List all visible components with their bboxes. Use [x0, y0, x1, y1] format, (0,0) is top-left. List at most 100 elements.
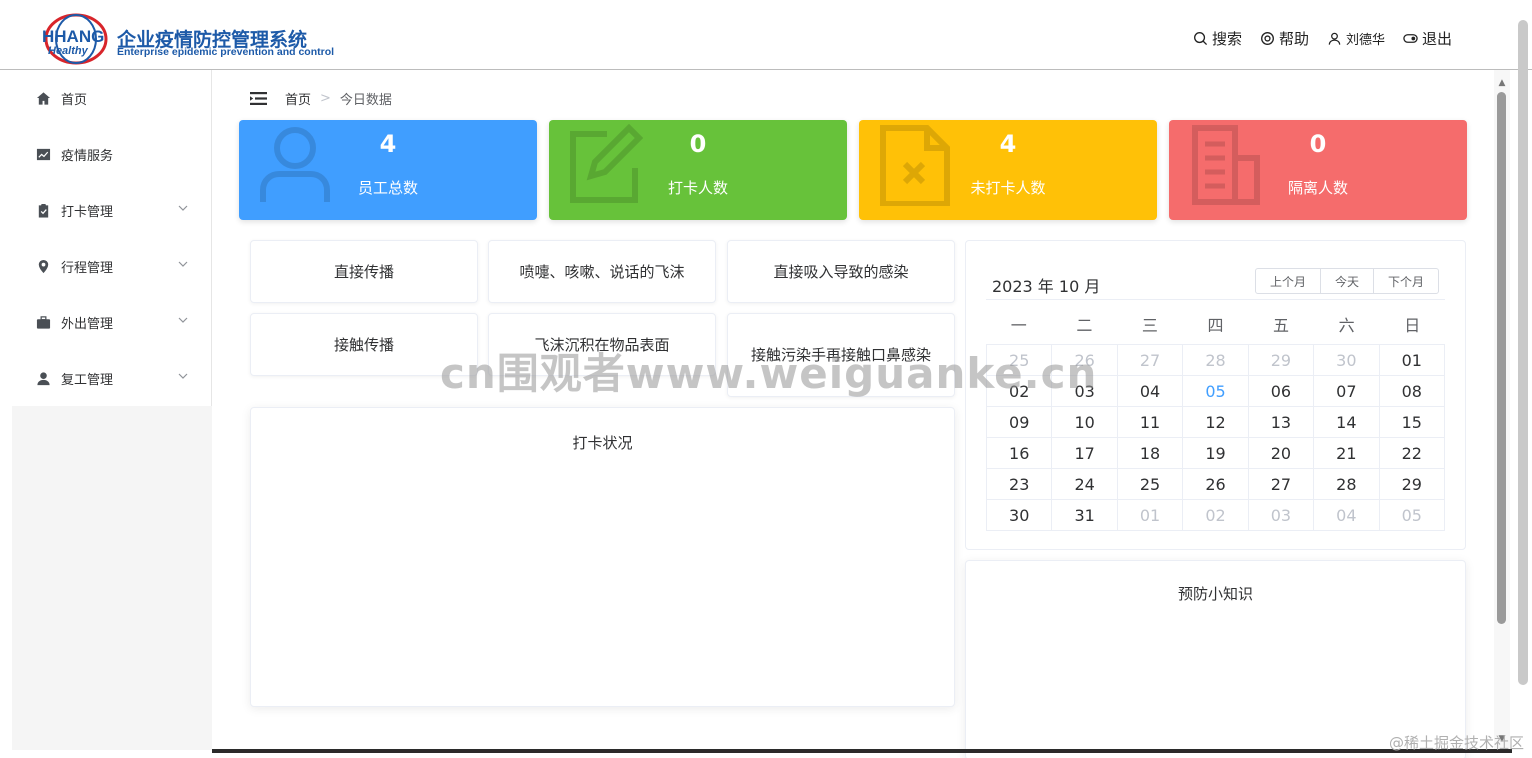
stat-value: 0 — [689, 130, 707, 158]
calendar-day[interactable]: 27 — [1117, 345, 1184, 376]
prev-month-button[interactable]: 上个月 — [1254, 268, 1321, 294]
stat-card-checked-in[interactable]: 0 打卡人数 — [549, 120, 847, 220]
calendar-weekdays: 一二三四五六日 — [986, 308, 1445, 344]
breadcrumb-separator-icon: > — [320, 91, 331, 106]
logout-button[interactable]: 退出 — [1403, 28, 1452, 49]
calendar-day[interactable]: 09 — [987, 407, 1053, 438]
today-button[interactable]: 今天 — [1319, 268, 1374, 294]
calendar-day[interactable]: 22 — [1379, 438, 1445, 469]
calendar-day[interactable]: 04 — [1117, 376, 1184, 407]
calendar-day[interactable]: 17 — [1052, 438, 1118, 469]
watermark-overlay: cn围观者www.weiguanke.cn — [440, 349, 1098, 398]
calendar-day[interactable]: 03 — [1248, 500, 1315, 531]
transmission-card[interactable]: 喷嚏、咳嗽、说话的飞沫 — [488, 240, 716, 303]
window-scrollbar[interactable] — [1518, 20, 1528, 685]
weekday-label: 五 — [1273, 316, 1290, 335]
sidebar: 首页 疫情服务 打卡管理 行程管理 外出管理 复工管理 — [12, 70, 212, 750]
scrollbar-thumb[interactable] — [1497, 92, 1506, 624]
user-icon — [1328, 32, 1341, 45]
calendar-day[interactable]: 01 — [1379, 345, 1445, 376]
calendar-day[interactable]: 16 — [987, 438, 1053, 469]
help-button[interactable]: 帮助 — [1260, 28, 1309, 49]
panel-title: 打卡状况 — [572, 434, 633, 452]
user-menu[interactable]: 刘德华 — [1327, 29, 1385, 48]
panel-title: 预防小知识 — [1177, 585, 1253, 603]
calendar-day[interactable]: 30 — [1314, 345, 1380, 376]
sidebar-item-label: 外出管理 — [61, 316, 114, 332]
sidebar-item-return-work[interactable]: 复工管理 — [12, 350, 211, 406]
sidebar-item-label: 行程管理 — [61, 260, 114, 276]
calendar-day[interactable]: 25 — [1117, 469, 1184, 500]
search-icon — [1193, 32, 1207, 46]
calendar-day[interactable]: 24 — [1052, 469, 1118, 500]
app-subtitle: Enterprise epidemic prevention and contr… — [117, 46, 335, 58]
calendar-day[interactable]: 11 — [1117, 407, 1184, 438]
sidebar-item-home[interactable]: 首页 — [12, 70, 211, 126]
watermark-corner: @稀土掘金技术社区 — [1388, 734, 1524, 752]
stat-card-quarantine[interactable]: 0 隔离人数 — [1169, 120, 1467, 220]
search-label: 搜索 — [1211, 30, 1242, 48]
toggle-icon — [1403, 34, 1418, 43]
search-button[interactable]: 搜索 — [1193, 28, 1242, 49]
calendar-day[interactable]: 18 — [1117, 438, 1184, 469]
main-content: 首页 > 今日数据 4 员工总数 0 打卡人数 4 未打卡人数 0 隔离人数 直… — [212, 70, 1494, 758]
weekday-label: 六 — [1338, 316, 1355, 335]
calendar-day[interactable]: 15 — [1379, 407, 1445, 438]
stat-card-employees[interactable]: 4 员工总数 — [239, 120, 537, 220]
chevron-down-icon — [178, 205, 188, 211]
calendar-day[interactable]: 14 — [1314, 407, 1380, 438]
calendar-day[interactable]: 28 — [1183, 345, 1249, 376]
transmission-card[interactable]: 直接吸入导致的感染 — [727, 240, 955, 303]
calendar-day[interactable]: 13 — [1248, 407, 1315, 438]
calendar-day[interactable]: 19 — [1183, 438, 1249, 469]
weekday-label: 一 — [1010, 316, 1027, 335]
chevron-down-icon — [178, 373, 188, 379]
calendar-day[interactable]: 23 — [987, 469, 1053, 500]
breadcrumb-current: 今日数据 — [339, 93, 392, 108]
calendar-day[interactable]: 06 — [1248, 376, 1315, 407]
stat-label: 隔离人数 — [1287, 179, 1348, 197]
briefcase-icon — [36, 315, 51, 330]
sidebar-item-outing[interactable]: 外出管理 — [12, 294, 211, 350]
stat-card-not-checked-in[interactable]: 4 未打卡人数 — [859, 120, 1157, 220]
weekday-label: 二 — [1076, 316, 1093, 335]
calendar-day[interactable]: 26 — [1183, 469, 1249, 500]
stat-label: 未打卡人数 — [970, 179, 1046, 197]
trend-chart-icon — [36, 147, 51, 162]
chevron-down-icon — [178, 317, 188, 323]
calendar-day[interactable]: 27 — [1248, 469, 1315, 500]
calendar-day[interactable]: 01 — [1117, 500, 1184, 531]
next-month-button[interactable]: 下个月 — [1372, 268, 1439, 294]
calendar-day[interactable]: 07 — [1314, 376, 1380, 407]
calendar-day[interactable]: 02 — [1183, 500, 1249, 531]
calendar-day[interactable]: 04 — [1314, 500, 1380, 531]
calendar-day[interactable]: 10 — [1052, 407, 1118, 438]
header-actions: 搜索 帮助 刘德华 退出 — [1193, 28, 1452, 49]
sidebar-item-label: 打卡管理 — [61, 204, 114, 220]
divider — [986, 299, 1445, 300]
calendar-day[interactable]: 29 — [1248, 345, 1315, 376]
calendar-day[interactable]: 08 — [1379, 376, 1445, 407]
stat-value: 0 — [1309, 130, 1327, 158]
calendar-day[interactable]: 05 — [1379, 500, 1445, 531]
bottom-bar — [212, 749, 1512, 753]
calendar-day[interactable]: 21 — [1314, 438, 1380, 469]
logo-word: HHANG — [42, 27, 104, 46]
scroll-up-icon[interactable]: ▲ — [1497, 79, 1507, 88]
user-name: 刘德华 — [1345, 33, 1385, 48]
sidebar-item-checkin[interactable]: 打卡管理 — [12, 182, 211, 238]
calendar-day[interactable]: 12 — [1183, 407, 1249, 438]
breadcrumb-home[interactable]: 首页 — [285, 89, 311, 108]
calendar-day[interactable]: 20 — [1248, 438, 1315, 469]
menu-fold-icon[interactable] — [250, 92, 267, 105]
sidebar-item-itinerary[interactable]: 行程管理 — [12, 238, 211, 294]
checkin-status-panel: 打卡状况 — [250, 407, 955, 707]
calendar-day[interactable]: 31 — [1052, 500, 1118, 531]
calendar-day[interactable]: 28 — [1314, 469, 1380, 500]
sidebar-item-epidemic-service[interactable]: 疫情服务 — [12, 126, 211, 182]
calendar-day[interactable]: 30 — [987, 500, 1053, 531]
transmission-card[interactable]: 直接传播 — [250, 240, 478, 303]
calendar-day[interactable]: 29 — [1379, 469, 1445, 500]
calendar-day[interactable]: 05 — [1183, 376, 1249, 407]
breadcrumb: 首页 > 今日数据 — [250, 89, 392, 108]
